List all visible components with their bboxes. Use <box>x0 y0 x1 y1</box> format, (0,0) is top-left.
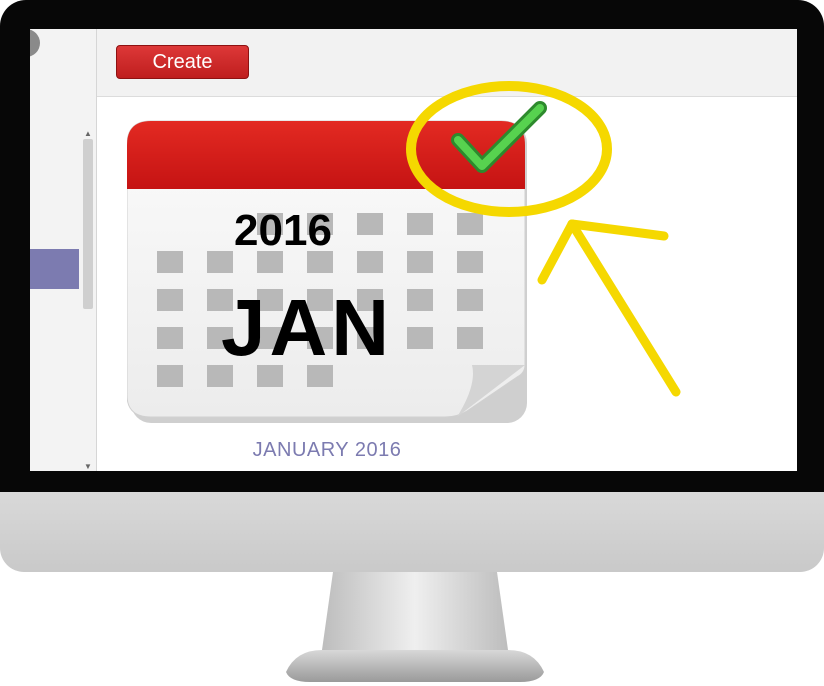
sidebar-item-active[interactable] <box>30 249 79 289</box>
main-content: 2016 JAN JANUARY 2016 <box>97 97 797 471</box>
calendar-caption[interactable]: JANUARY 2016 <box>127 439 527 462</box>
sidebar-scrollbar[interactable]: ▲ ▼ <box>82 129 94 471</box>
toolbar: Create <box>97 29 797 97</box>
calendar-year: 2016 <box>234 206 332 255</box>
screen: ▲ ▼ Create 2016 JAN JANUARY 2016 <box>30 29 797 471</box>
scrollbar-thumb[interactable] <box>83 139 93 309</box>
scroll-down-icon[interactable]: ▼ <box>84 462 92 471</box>
avatar[interactable] <box>30 29 40 57</box>
create-button[interactable]: Create <box>116 45 249 79</box>
calendar-header <box>127 121 525 189</box>
monitor-chin <box>0 492 824 572</box>
calendar-month: JAN <box>221 283 393 372</box>
calendar-image[interactable]: 2016 JAN <box>127 115 527 425</box>
scroll-up-icon[interactable]: ▲ <box>84 129 92 138</box>
